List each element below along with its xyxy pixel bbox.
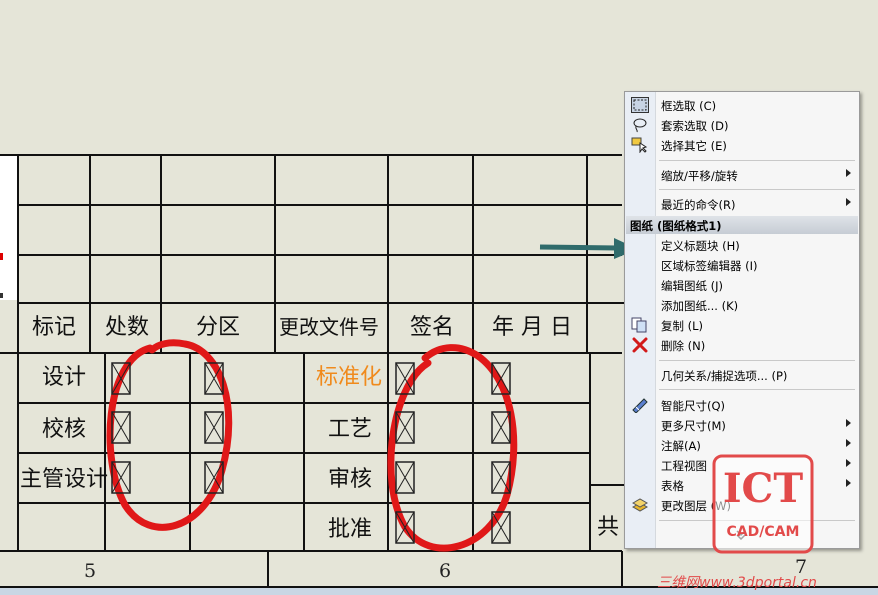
site-watermark-text: 三维网www.3dportal.cn xyxy=(657,575,817,591)
smart-dimension-icon xyxy=(632,398,648,413)
note-placeholder-icon[interactable] xyxy=(491,461,511,494)
zone-label-6: 6 xyxy=(439,560,452,582)
sheet-edge xyxy=(0,155,18,300)
note-placeholder-icon[interactable] xyxy=(204,461,224,494)
menu-item-define-title-block[interactable]: 定义标题块 (H) xyxy=(625,235,859,255)
menu-item-box-select[interactable]: 框选取 (C) xyxy=(625,95,859,115)
label-check: 校核 xyxy=(42,417,87,442)
submenu-arrow-icon xyxy=(846,459,851,467)
note-placeholder-icon[interactable] xyxy=(395,411,415,444)
menu-item-zoom-pan-rotate[interactable]: 缩放/平移/旋转 xyxy=(625,165,859,185)
menu-section-label: 图纸 (图纸格式1) xyxy=(630,219,722,233)
menu-item-label: 定义标题块 (H) xyxy=(661,239,740,253)
menu-item-label: 几何关系/捕捉选项... (P) xyxy=(661,369,788,383)
menu-separator xyxy=(659,189,855,190)
submenu-arrow-icon xyxy=(846,198,851,206)
menu-item-copy[interactable]: 复制 (L) xyxy=(625,315,859,335)
header-change-doc: 更改文件号 xyxy=(279,315,379,339)
menu-item-label: 表格 xyxy=(661,479,684,493)
menu-item-label: 套索选取 (D) xyxy=(661,119,729,133)
menu-item-recent-commands[interactable]: 最近的命令(R) xyxy=(625,194,859,214)
note-placeholder-icon[interactable] xyxy=(204,362,224,395)
menu-item-delete[interactable]: 删除 (N) xyxy=(625,335,859,355)
menu-item-label: 区域标签编辑器 (I) xyxy=(661,259,758,273)
menu-item-label: 编辑图纸 (J) xyxy=(661,279,724,293)
menu-item-zone-label-editor[interactable]: 区域标签编辑器 (I) xyxy=(625,255,859,275)
menu-separator xyxy=(659,360,855,361)
header-zone: 分区 xyxy=(196,315,241,340)
note-placeholder-icon[interactable] xyxy=(111,411,131,444)
label-process: 工艺 xyxy=(328,417,373,442)
label-total-partial: 共 xyxy=(597,515,620,540)
note-placeholder-icon[interactable] xyxy=(491,362,511,395)
menu-item-smart-dimension[interactable]: 智能尺寸(Q) xyxy=(625,395,859,415)
menu-item-label: 最近的命令(R) xyxy=(661,198,736,212)
select-other-icon xyxy=(631,137,648,153)
menu-item-label: 更多尺寸(M) xyxy=(661,419,726,433)
header-signature: 签名 xyxy=(410,315,455,340)
menu-item-annotations[interactable]: 注解(A) xyxy=(625,435,859,455)
menu-item-label: 添加图纸... (K) xyxy=(661,299,739,313)
menu-section-sheet-header: 图纸 (图纸格式1) xyxy=(626,216,858,234)
header-date: 年 月 日 xyxy=(492,315,572,340)
note-placeholder-icon[interactable] xyxy=(395,461,415,494)
submenu-arrow-icon xyxy=(846,439,851,447)
note-placeholder-icon[interactable] xyxy=(395,362,415,395)
label-review: 审核 xyxy=(328,467,373,492)
note-placeholder-icon[interactable] xyxy=(111,461,131,494)
menu-item-more-dimensions[interactable]: 更多尺寸(M) xyxy=(625,415,859,435)
note-placeholder-icon[interactable] xyxy=(204,411,224,444)
menu-separator xyxy=(659,160,855,161)
label-standardization: 标准化 xyxy=(316,365,383,390)
note-placeholder-icon[interactable] xyxy=(395,511,415,544)
menu-item-relations-snaps[interactable]: 几何关系/捕捉选项... (P) xyxy=(625,365,859,385)
menu-item-label: 缩放/平移/旋转 xyxy=(661,169,738,183)
menu-item-edit-sheet[interactable]: 编辑图纸 (J) xyxy=(625,275,859,295)
watermark-sub-text: CAD/CAM xyxy=(727,524,800,540)
watermark-logo-text: ICT xyxy=(723,465,804,512)
submenu-arrow-icon xyxy=(846,419,851,427)
menu-item-label: 删除 (N) xyxy=(661,339,706,353)
menu-item-label: 工程视图 xyxy=(661,459,707,473)
change-layer-icon xyxy=(631,498,649,512)
note-placeholder-icon[interactable] xyxy=(491,411,511,444)
menu-item-lasso-select[interactable]: 套索选取 (D) xyxy=(625,115,859,135)
note-placeholder-icon[interactable] xyxy=(491,511,511,544)
label-lead-design: 主管设计 xyxy=(20,467,109,492)
lasso-select-icon xyxy=(633,118,647,133)
label-design: 设计 xyxy=(42,365,87,390)
menu-separator xyxy=(659,389,855,390)
header-mark: 标记 xyxy=(32,315,77,340)
copy-icon xyxy=(631,317,647,333)
menu-item-label: 智能尺寸(Q) xyxy=(661,399,726,413)
label-approve: 批准 xyxy=(328,517,373,542)
ict-watermark-logo: ICT CAD/CAM xyxy=(712,454,814,554)
delete-icon xyxy=(632,337,648,353)
menu-item-label: 复制 (L) xyxy=(661,319,704,333)
menu-item-label: 选择其它 (E) xyxy=(661,139,727,153)
menu-item-add-sheet[interactable]: 添加图纸... (K) xyxy=(625,295,859,315)
submenu-arrow-icon xyxy=(846,169,851,177)
box-select-icon xyxy=(631,97,649,113)
submenu-arrow-icon xyxy=(846,479,851,487)
menu-item-select-other[interactable]: 选择其它 (E) xyxy=(625,135,859,155)
menu-item-label: 注解(A) xyxy=(661,439,701,453)
header-count: 处数 xyxy=(105,315,150,340)
zone-label-5: 5 xyxy=(84,560,97,582)
menu-item-label: 框选取 (C) xyxy=(661,99,717,113)
note-placeholder-icon[interactable] xyxy=(111,362,131,395)
